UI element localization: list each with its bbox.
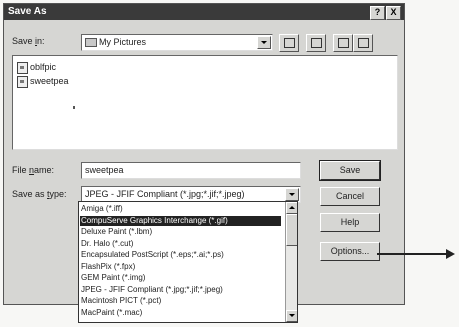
help-title-button[interactable]: ? xyxy=(370,6,385,20)
file-name: oblfpic xyxy=(30,62,57,72)
file-type-option[interactable]: Amiga (*.iff) xyxy=(81,204,123,214)
options-button[interactable]: Options... xyxy=(320,242,380,261)
new-folder-icon[interactable] xyxy=(306,34,326,52)
scroll-up-icon[interactable] xyxy=(286,202,297,214)
file-type-option[interactable]: Dr. Halo (*.cut) xyxy=(81,239,133,249)
file-name-field[interactable]: sweetpea xyxy=(81,162,301,179)
up-folder-icon[interactable] xyxy=(279,34,299,52)
file-type-list[interactable]: Amiga (*.iff) CompuServe Graphics Interch… xyxy=(78,201,298,323)
folder-icon xyxy=(85,38,97,47)
close-title-button[interactable]: X xyxy=(386,6,401,20)
callout-arrow-line xyxy=(377,253,447,255)
scroll-down-icon[interactable] xyxy=(286,310,297,322)
file-type-option[interactable]: FlashPix (*.fpx) xyxy=(81,262,135,272)
file-name-label: File name: xyxy=(12,165,55,175)
scroll-thumb[interactable] xyxy=(286,214,297,246)
file-name: sweetpea xyxy=(30,76,69,86)
cancel-button[interactable]: Cancel xyxy=(320,187,380,206)
file-type-option[interactable]: CompuServe Graphics Interchange (*.gif) xyxy=(80,215,281,226)
file-type-option[interactable]: Deluxe Paint (*.lbm) xyxy=(81,227,152,237)
file-type-option[interactable]: MacPaint (*.mac) xyxy=(81,308,142,318)
save-button[interactable]: Save xyxy=(319,160,381,181)
list-view-icon[interactable] xyxy=(333,34,353,52)
save-in-value: My Pictures xyxy=(99,37,147,47)
help-button[interactable]: Help xyxy=(320,213,380,232)
arrow-right-icon xyxy=(446,249,455,259)
chevron-down-icon[interactable] xyxy=(257,36,271,49)
file-type-option[interactable]: Encapsulated PostScript (*.eps;*.ai;*.ps… xyxy=(81,250,224,260)
title-bar[interactable]: Save As ? X xyxy=(4,4,404,20)
image-file-icon xyxy=(17,76,28,88)
file-type-option[interactable]: GEM Paint (*.img) xyxy=(81,273,145,283)
save-as-type-value: JPEG - JFIF Compliant (*.jpg;*.jif;*.jpe… xyxy=(85,189,245,199)
chevron-down-icon[interactable] xyxy=(285,188,299,201)
save-in-dropdown[interactable]: My Pictures xyxy=(81,34,273,51)
details-view-icon[interactable] xyxy=(353,34,373,52)
file-type-option[interactable]: Macintosh PICT (*.pct) xyxy=(81,296,161,306)
save-as-type-label: Save as type: xyxy=(12,189,67,199)
dialog-title: Save As xyxy=(8,6,47,17)
file-type-option[interactable]: JPEG - JFIF Compliant (*.jpg;*.jif;*.jpe… xyxy=(81,285,223,295)
file-list[interactable]: oblfpic sweetpea xyxy=(12,55,398,150)
scrollbar[interactable] xyxy=(285,202,297,322)
save-in-label: Save in: xyxy=(12,36,45,46)
image-file-icon xyxy=(17,62,28,74)
mouse-cursor-icon xyxy=(73,106,75,109)
